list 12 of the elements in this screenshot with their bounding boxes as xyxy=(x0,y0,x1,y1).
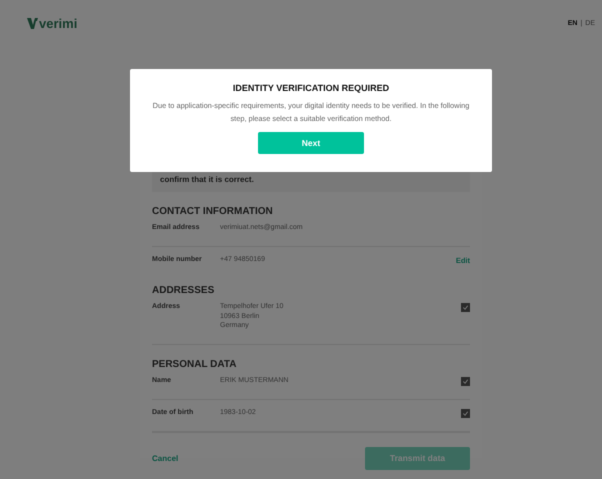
section-heading: CONTACT INFORMATION xyxy=(152,206,274,218)
cancel-link[interactable]: Cancel xyxy=(152,454,178,462)
logo-text: verimi xyxy=(39,16,78,30)
section-heading: PERSONAL DATA xyxy=(152,358,238,370)
checkbox[interactable] xyxy=(461,408,470,418)
checkbox[interactable] xyxy=(461,376,470,386)
transmit-button[interactable]: Transmit data xyxy=(365,446,470,470)
logo-mark-icon xyxy=(27,18,38,28)
next-button[interactable]: Next xyxy=(258,132,364,154)
dialog-title: IDENTITY VERIFICATION REQUIRED xyxy=(232,82,390,94)
section-heading: ADDRESSES xyxy=(152,285,216,297)
checkbox[interactable] xyxy=(461,303,470,312)
